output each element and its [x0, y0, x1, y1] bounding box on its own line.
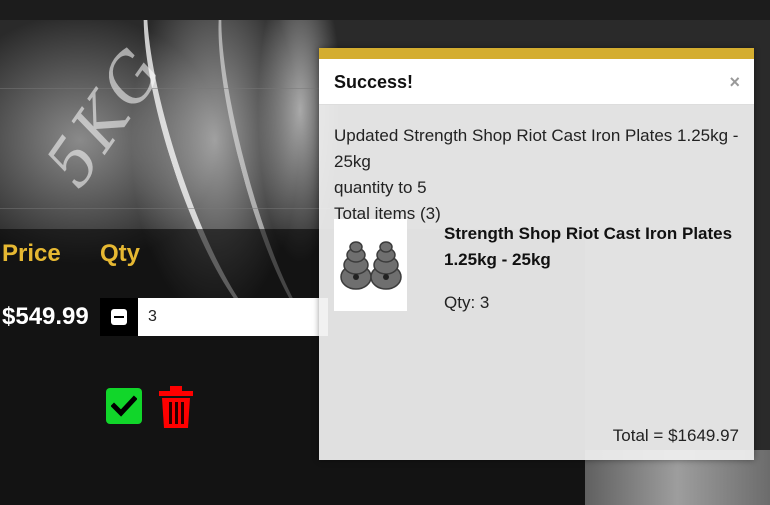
update-message-line1: Updated Strength Shop Riot Cast Iron Pla…	[334, 126, 739, 171]
item-price: $549.99	[2, 303, 89, 330]
minus-icon	[111, 309, 127, 325]
price-column-header: Price	[2, 240, 61, 267]
modal-title: Success!	[334, 72, 414, 92]
update-cart-button[interactable]	[106, 388, 142, 424]
product-qty: Qty: 3	[444, 293, 490, 312]
decrement-button[interactable]	[100, 298, 138, 336]
close-icon[interactable]: ×	[729, 73, 740, 91]
qty-column-header: Qty	[100, 240, 141, 267]
trash-icon	[159, 386, 193, 428]
top-bar	[0, 0, 770, 20]
update-message-line2: quantity to 5	[334, 178, 427, 197]
quantity-input[interactable]	[138, 298, 328, 336]
success-modal: Success! × Updated Strength Shop Riot Ca…	[319, 48, 754, 460]
modal-header: Success! ×	[319, 59, 754, 105]
product-name[interactable]: Strength Shop Riot Cast Iron Plates 1.25…	[444, 221, 734, 273]
cart-total: Total = $1649.97	[612, 426, 739, 445]
quantity-stepper	[100, 298, 328, 336]
remove-item-button[interactable]	[158, 386, 194, 428]
modal-body: Updated Strength Shop Riot Cast Iron Pla…	[319, 105, 754, 227]
product-image	[334, 219, 407, 311]
check-icon	[111, 395, 137, 417]
